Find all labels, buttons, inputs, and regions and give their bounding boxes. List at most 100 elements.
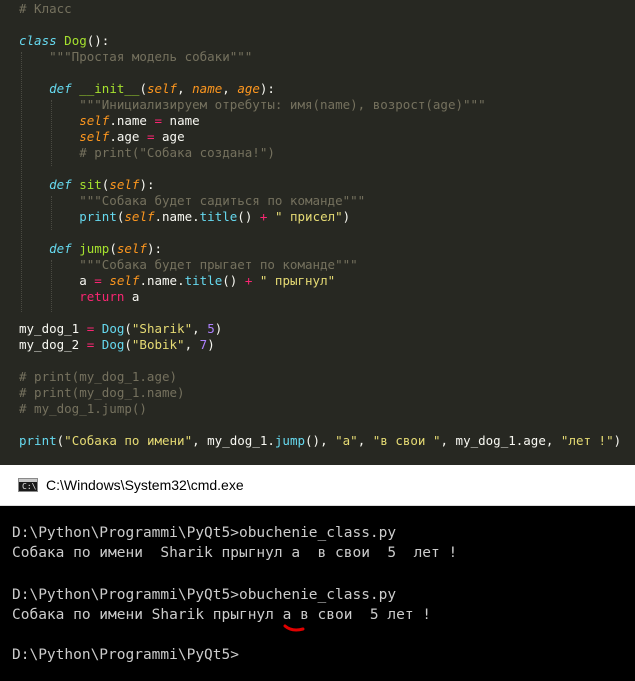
- code-token: # my_dog_1.jump(): [19, 401, 147, 416]
- code-token: ): [342, 209, 351, 224]
- code-token: ,: [184, 337, 200, 352]
- window-title: C:\Windows\System32\cmd.exe: [46, 477, 244, 493]
- code-token: print: [19, 433, 57, 448]
- code-line: a = self.name.title() + " прыгнул": [19, 273, 335, 289]
- code-token: "a": [335, 433, 358, 448]
- code-token: (),: [305, 433, 336, 448]
- code-line: self.age = age: [19, 129, 185, 145]
- code-line: """Инициализируем отребуты: имя(name), в…: [19, 97, 486, 113]
- code-token: "Sharik": [131, 321, 193, 336]
- code-token: =: [154, 113, 163, 128]
- code-token: # print("Собака создана!"): [19, 145, 275, 160]
- code-token: .name.: [154, 209, 200, 224]
- code-token: def: [49, 177, 72, 192]
- cmd-title-bar[interactable]: C:\ C:\Windows\System32\cmd.exe: [0, 465, 635, 506]
- code-token: # print(my_dog_1.age): [19, 369, 178, 384]
- code-token: self: [146, 81, 178, 96]
- code-token: ): [613, 433, 622, 448]
- code-token: ,: [222, 81, 238, 96]
- code-token: age: [154, 129, 185, 144]
- terminal-line: D:\Python\Programmi\PyQt5>obuchenie_clas…: [12, 587, 397, 603]
- code-line: # print(my_dog_1.age): [19, 369, 177, 385]
- code-token: return: [79, 289, 125, 304]
- code-token: self: [116, 241, 147, 256]
- code-line: def __init__(self, name, age):: [19, 81, 275, 97]
- code-token: ): [214, 321, 223, 336]
- code-token: a: [124, 289, 140, 304]
- code-token: print: [79, 209, 117, 224]
- code-token: title: [184, 273, 223, 288]
- code-token: ):: [146, 241, 163, 256]
- code-token: "лет !": [560, 433, 614, 448]
- code-token: def: [49, 241, 72, 256]
- code-token: """Собака будет прыгает по команде""": [19, 257, 358, 272]
- red-underline-annotation: [283, 624, 305, 632]
- code-token: (: [139, 81, 147, 96]
- code-token: ,: [192, 321, 208, 336]
- terminal-output[interactable]: D:\Python\Programmi\PyQt5>obuchenie_clas…: [0, 506, 635, 681]
- code-token: class: [19, 33, 57, 48]
- terminal-line: Собака по имени Sharik прыгнул a в свои …: [12, 545, 458, 561]
- code-line: self.name = name: [19, 113, 200, 129]
- code-line: class Dog():: [19, 33, 109, 49]
- code-line: def jump(self):: [19, 241, 162, 257]
- code-token: def: [49, 81, 72, 96]
- code-line: print("Собака по имени", my_dog_1.jump()…: [19, 433, 621, 449]
- code-token: a: [19, 273, 95, 288]
- code-token: (: [109, 241, 117, 256]
- code-token: Dog: [64, 33, 87, 48]
- code-line: my_dog_2 = Dog("Bobik", 7): [19, 337, 215, 353]
- code-token: jump: [79, 241, 110, 256]
- code-token: self: [109, 273, 140, 288]
- code-token: (): [237, 209, 260, 224]
- code-token: ,: [177, 81, 193, 96]
- code-token: "Bobik": [131, 337, 185, 352]
- code-token: """Инициализируем отребуты: имя(name), в…: [19, 97, 486, 112]
- code-token: age: [237, 81, 260, 96]
- code-token: self: [79, 129, 110, 144]
- code-line: """Собака будет прыгает по команде""": [19, 257, 358, 273]
- code-token: my_dog_2: [19, 337, 87, 352]
- code-token: jump: [274, 433, 306, 448]
- code-editor[interactable]: # Класс class Dog(): """Простая модель со…: [0, 0, 635, 465]
- code-token: my_dog_1: [19, 321, 87, 336]
- code-token: ():: [86, 33, 110, 48]
- code-token: """Собака будет садиться по команде""": [19, 193, 366, 208]
- code-token: ): [207, 337, 215, 352]
- code-token: __init__: [79, 81, 140, 96]
- code-token: .age: [109, 129, 147, 144]
- code-token: ,: [357, 433, 373, 448]
- code-token: ):: [139, 177, 155, 192]
- code-line: def sit(self):: [19, 177, 155, 193]
- code-token: self: [109, 177, 140, 192]
- terminal-line: D:\Python\Programmi\PyQt5>: [12, 647, 239, 663]
- code-token: , my_dog_1.age,: [440, 433, 561, 448]
- code-line: # my_dog_1.jump(): [19, 401, 147, 417]
- code-token: =: [146, 129, 155, 144]
- code-token: # print(my_dog_1.name): [19, 385, 185, 400]
- code-token: Dog: [101, 337, 125, 352]
- code-line: # Класс: [19, 1, 72, 17]
- code-line: return a: [19, 289, 139, 305]
- code-token: ):: [259, 81, 275, 96]
- code-line: """Собака будет садиться по команде""": [19, 193, 365, 209]
- code-token: (: [124, 321, 132, 336]
- code-token: (): [222, 273, 245, 288]
- code-token: name: [192, 81, 223, 96]
- terminal-line: Собака по имени Sharik прыгнул a в свои …: [12, 607, 432, 623]
- code-token: name: [162, 113, 200, 128]
- code-token: sit: [79, 177, 102, 192]
- code-token: , my_dog_1.: [192, 433, 275, 448]
- code-token: " присел": [274, 209, 343, 224]
